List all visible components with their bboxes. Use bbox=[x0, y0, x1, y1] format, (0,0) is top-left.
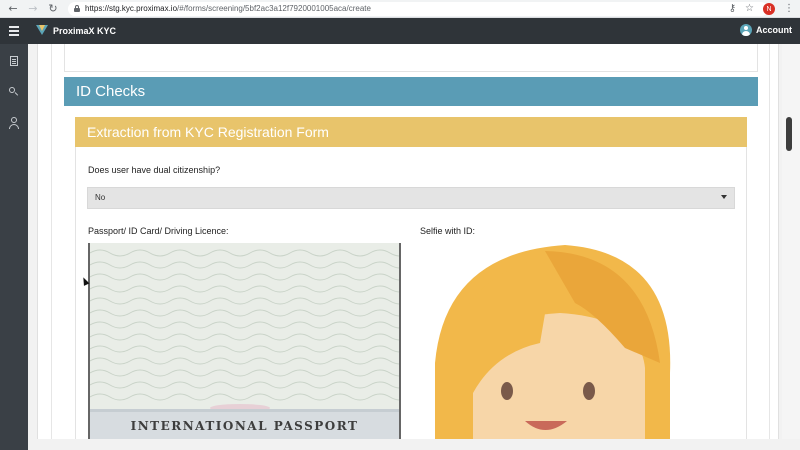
dual-citizenship-select[interactable]: No bbox=[87, 187, 735, 209]
extraction-header: Extraction from KYC Registration Form bbox=[75, 117, 747, 147]
id-checks-header: ID Checks bbox=[64, 77, 758, 106]
document-icon[interactable] bbox=[8, 56, 20, 68]
browser-toolbar: ← → ↻ https://stg.kyc.proximax.io/#/form… bbox=[0, 0, 800, 18]
key-icon[interactable]: ⚷ bbox=[729, 2, 736, 16]
url-path: /#/forms/screening/5bf2ac3a12f7920001005… bbox=[177, 4, 371, 13]
bottom-strip bbox=[28, 439, 800, 450]
passport-image: INTERNATIONAL PASSPORT bbox=[88, 243, 401, 439]
proximax-logo-icon bbox=[36, 25, 48, 37]
scrollbar-thumb[interactable] bbox=[786, 117, 792, 151]
passport-title-text: INTERNATIONAL PASSPORT bbox=[130, 419, 359, 433]
reload-icon[interactable]: ↻ bbox=[46, 2, 60, 16]
app-title: ProximaX KYC bbox=[53, 26, 117, 36]
back-arrow-icon[interactable]: ← bbox=[6, 2, 20, 16]
selfie-label: Selfie with ID: bbox=[420, 226, 476, 236]
profile-avatar[interactable]: N bbox=[763, 3, 775, 15]
left-sidebar bbox=[0, 44, 28, 450]
url-text: https://stg.kyc.proximax.io/#/forms/scre… bbox=[85, 4, 371, 13]
selfie-image bbox=[415, 243, 745, 439]
scrollbar-track[interactable] bbox=[782, 44, 800, 439]
app-header: ProximaX KYC Account bbox=[0, 18, 800, 44]
hamburger-menu-icon[interactable] bbox=[0, 18, 28, 44]
url-host: https://stg.kyc.proximax.io bbox=[85, 4, 178, 13]
account-button[interactable]: Account bbox=[740, 24, 792, 36]
address-bar[interactable]: https://stg.kyc.proximax.io/#/forms/scre… bbox=[68, 1, 768, 16]
previous-card bbox=[64, 44, 758, 72]
dual-citizenship-label: Does user have dual citizenship? bbox=[88, 165, 221, 175]
search-icon[interactable] bbox=[8, 86, 20, 98]
chevron-down-icon bbox=[721, 195, 727, 199]
more-vert-icon[interactable]: ⋮ bbox=[784, 2, 794, 16]
account-icon bbox=[740, 24, 752, 36]
forward-arrow-icon[interactable]: → bbox=[26, 2, 40, 16]
dual-citizenship-value: No bbox=[95, 193, 106, 202]
passport-label: Passport/ ID Card/ Driving Licence: bbox=[88, 226, 229, 236]
account-label: Account bbox=[756, 25, 792, 35]
lock-icon bbox=[74, 5, 80, 12]
star-icon[interactable]: ☆ bbox=[745, 2, 754, 16]
user-icon[interactable] bbox=[8, 117, 20, 129]
browser-actions: ⚷ ☆ N ⋮ bbox=[729, 2, 794, 16]
